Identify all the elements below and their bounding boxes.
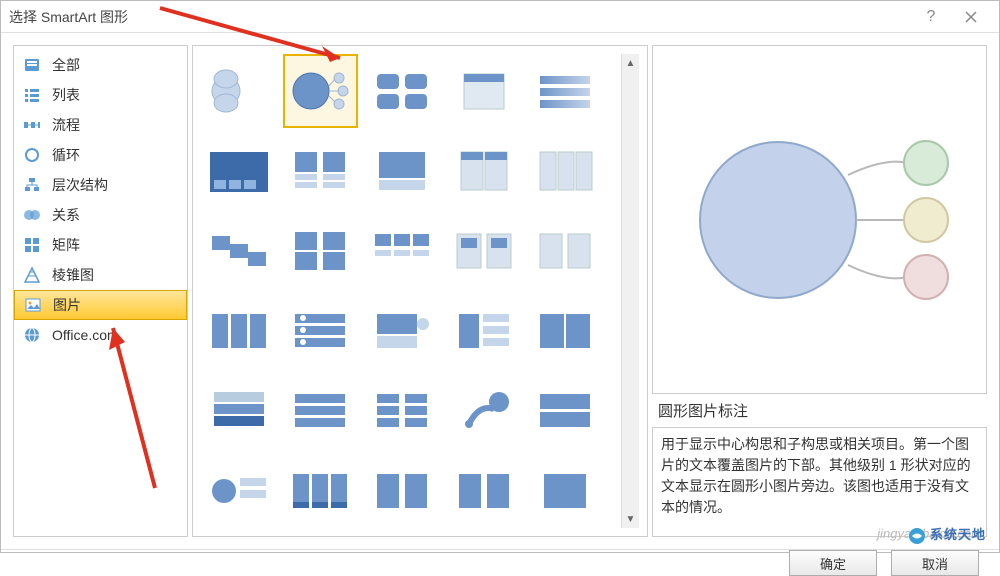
thumb[interactable]: [527, 294, 603, 368]
preview-pane: 圆形图片标注 用于显示中心构思和子构思或相关项目。第一个图片的文本覆盖图片的下部…: [652, 45, 987, 537]
sidebar-item-relationship[interactable]: 关系: [14, 200, 187, 230]
sidebar-item-process[interactable]: 流程: [14, 110, 187, 140]
sidebar-item-all[interactable]: 全部: [14, 50, 187, 80]
thumb[interactable]: [527, 454, 603, 528]
matrix-icon: [22, 235, 42, 255]
thumbnail-grid: [201, 54, 621, 528]
thumb[interactable]: [283, 134, 359, 208]
thumb-selected[interactable]: [283, 54, 359, 128]
smartart-dialog: 选择 SmartArt 图形 ? 全部 列表 流程 循环: [0, 0, 1000, 553]
thumb[interactable]: [446, 374, 522, 448]
cancel-button[interactable]: 取消: [891, 550, 979, 576]
thumb[interactable]: [527, 134, 603, 208]
sidebar-item-picture[interactable]: 图片: [14, 290, 187, 320]
dialog-footer: 确定 取消: [1, 549, 999, 576]
thumb[interactable]: [201, 454, 277, 528]
sidebar-label: 图片: [53, 295, 81, 315]
close-button[interactable]: [951, 1, 991, 33]
brand-badge: 系统天地: [908, 524, 986, 545]
thumb[interactable]: [446, 454, 522, 528]
ok-button[interactable]: 确定: [789, 550, 877, 576]
thumb[interactable]: [527, 54, 603, 128]
thumb[interactable]: [364, 54, 440, 128]
thumb[interactable]: [446, 294, 522, 368]
picture-icon: [23, 295, 43, 315]
sidebar-item-hierarchy[interactable]: 层次结构: [14, 170, 187, 200]
brand-icon: [908, 527, 926, 545]
sidebar-label: 层次结构: [52, 175, 108, 195]
sidebar-label: 矩阵: [52, 235, 80, 255]
sidebar-item-pyramid[interactable]: 棱锥图: [14, 260, 187, 290]
thumb[interactable]: [446, 134, 522, 208]
sidebar-label: 全部: [52, 55, 80, 75]
sidebar-item-list[interactable]: 列表: [14, 80, 187, 110]
close-icon: [964, 10, 978, 24]
sidebar-label: 循环: [52, 145, 80, 165]
scroll-up-arrow[interactable]: ▲: [622, 54, 639, 72]
sidebar-item-officecom[interactable]: Office.com: [14, 320, 187, 350]
dialog-title: 选择 SmartArt 图形: [9, 7, 911, 27]
gallery-scrollbar[interactable]: ▲ ▼: [621, 54, 639, 528]
category-sidebar: 全部 列表 流程 循环 层次结构 关系: [13, 45, 188, 537]
thumb[interactable]: [364, 374, 440, 448]
all-icon: [22, 55, 42, 75]
thumb[interactable]: [364, 454, 440, 528]
thumb[interactable]: [527, 374, 603, 448]
sidebar-label: 列表: [52, 85, 80, 105]
thumb[interactable]: [364, 214, 440, 288]
sidebar-item-cycle[interactable]: 循环: [14, 140, 187, 170]
sidebar-item-matrix[interactable]: 矩阵: [14, 230, 187, 260]
hierarchy-icon: [22, 175, 42, 195]
thumb[interactable]: [283, 214, 359, 288]
preview-description: 用于显示中心构思和子构思或相关项目。第一个图片的文本覆盖图片的下部。其他级别 1…: [652, 427, 987, 537]
relationship-icon: [22, 205, 42, 225]
scroll-down-arrow[interactable]: ▼: [622, 510, 639, 528]
sidebar-label: 流程: [52, 115, 80, 135]
preview-image: [652, 45, 987, 394]
thumb[interactable]: [283, 374, 359, 448]
thumb[interactable]: [446, 214, 522, 288]
thumb[interactable]: [364, 134, 440, 208]
list-icon: [22, 85, 42, 105]
sidebar-label: 关系: [52, 205, 80, 225]
cycle-icon: [22, 145, 42, 165]
thumb[interactable]: [201, 214, 277, 288]
thumb[interactable]: [201, 374, 277, 448]
help-button[interactable]: ?: [911, 1, 951, 33]
sidebar-label: Office.com: [52, 327, 119, 343]
preview-title: 圆形图片标注: [652, 400, 987, 421]
thumb[interactable]: [283, 294, 359, 368]
thumb[interactable]: [283, 454, 359, 528]
thumb[interactable]: [201, 54, 277, 128]
dialog-body: 全部 列表 流程 循环 层次结构 关系: [1, 33, 999, 549]
sidebar-label: 棱锥图: [52, 265, 94, 285]
pyramid-icon: [22, 265, 42, 285]
thumb[interactable]: [201, 294, 277, 368]
titlebar: 选择 SmartArt 图形 ?: [1, 1, 999, 33]
smartart-gallery: ▲ ▼: [192, 45, 648, 537]
thumb[interactable]: [201, 134, 277, 208]
brand-text: 系统天地: [930, 527, 986, 542]
thumb[interactable]: [364, 294, 440, 368]
globe-icon: [22, 325, 42, 345]
thumb[interactable]: [527, 214, 603, 288]
thumb[interactable]: [446, 54, 522, 128]
process-icon: [22, 115, 42, 135]
